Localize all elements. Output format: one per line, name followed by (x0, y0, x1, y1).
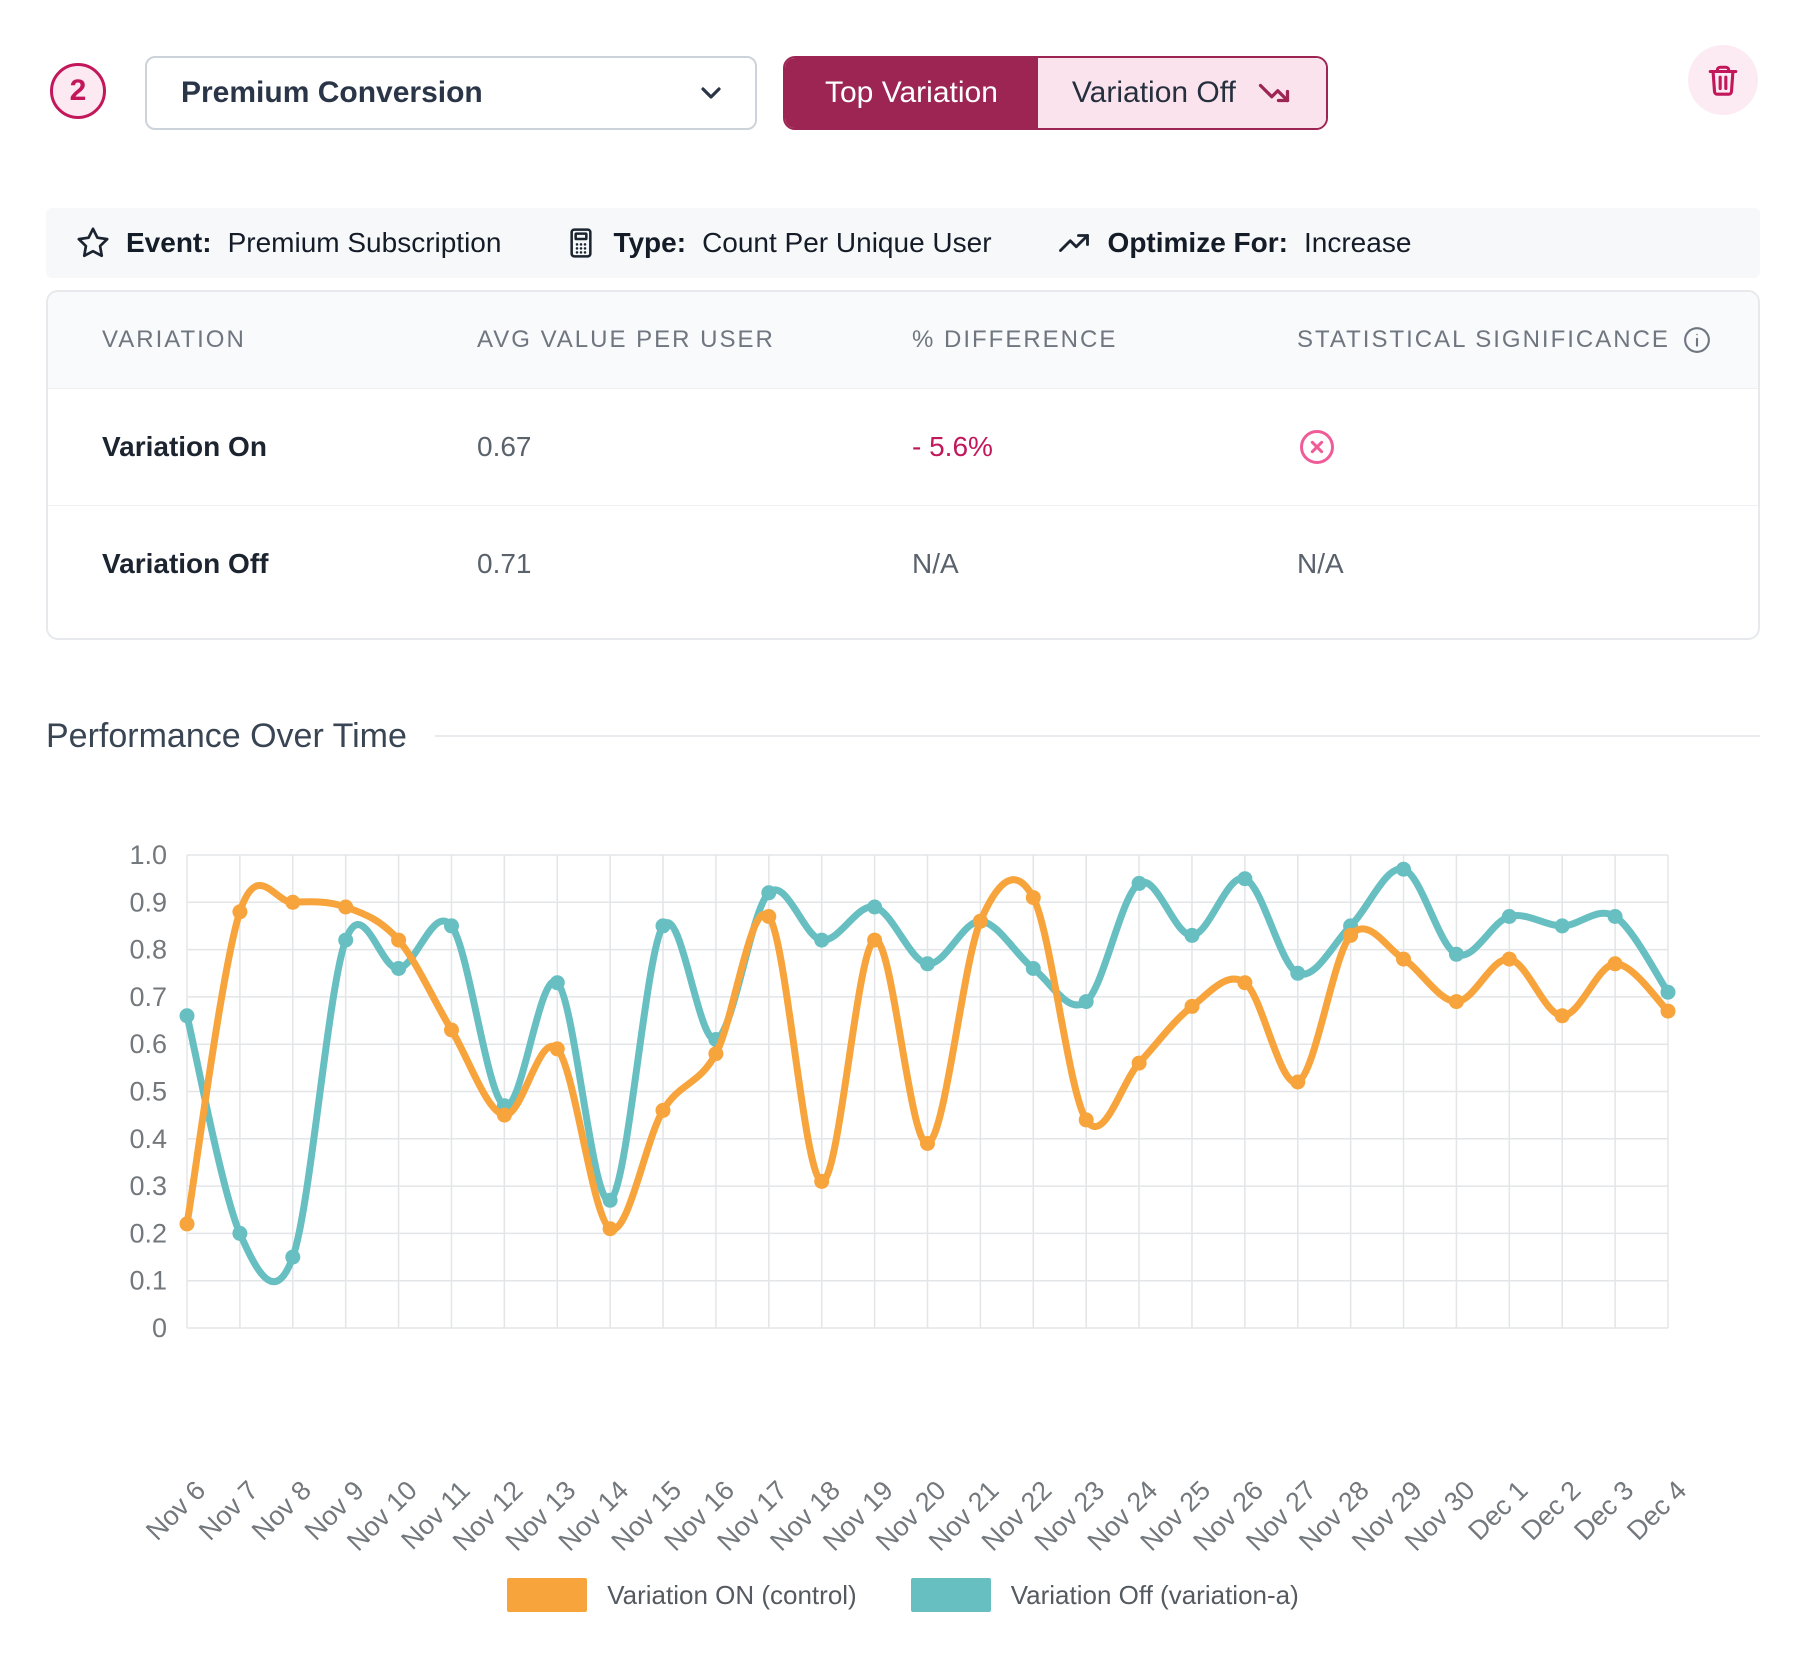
svg-text:0.4: 0.4 (129, 1124, 167, 1154)
svg-text:0.7: 0.7 (129, 982, 167, 1012)
event-label: Event: (126, 227, 212, 259)
svg-text:0: 0 (152, 1313, 167, 1343)
type-value: Count Per Unique User (702, 227, 991, 259)
svg-text:Nov 8: Nov 8 (246, 1475, 317, 1546)
legend-swatch-teal (911, 1578, 991, 1612)
step-number-badge: 2 (50, 63, 106, 119)
row2-difference: N/A (912, 548, 1297, 580)
performance-chart[interactable]: 1.00.90.80.70.60.50.40.30.20.10Nov 6Nov … (0, 780, 1806, 1578)
svg-text:Nov 7: Nov 7 (193, 1475, 264, 1546)
star-icon (76, 226, 110, 260)
col-avg-value: AVG VALUE PER USER (477, 326, 912, 354)
top-variation-segment[interactable]: Top Variation (785, 58, 1038, 128)
table-row-variation-off: Variation Off 0.71 N/A N/A (48, 505, 1758, 622)
row1-difference: - 5.6% (912, 431, 1297, 463)
svg-text:Dec 3: Dec 3 (1568, 1475, 1639, 1546)
info-icon[interactable] (1682, 325, 1712, 355)
step-number: 2 (70, 74, 87, 108)
event-value: Premium Subscription (228, 227, 502, 259)
optimize-summary: Optimize For: Increase (1056, 225, 1412, 261)
metric-card: 2 Premium Conversion Top Variation Varia… (0, 0, 1806, 1656)
not-significant-icon (1297, 427, 1337, 467)
svg-text:0.6: 0.6 (129, 1029, 167, 1059)
row1-significance (1297, 427, 1758, 467)
legend-label-variation-off: Variation Off (variation-a) (1011, 1580, 1299, 1611)
svg-text:0.9: 0.9 (129, 887, 167, 917)
metric-dropdown[interactable]: Premium Conversion (145, 56, 757, 130)
optimize-value: Increase (1304, 227, 1411, 259)
section-divider (435, 735, 1760, 737)
svg-text:0.3: 0.3 (129, 1171, 167, 1201)
row1-avg-value: 0.67 (477, 431, 912, 463)
type-label: Type: (613, 227, 686, 259)
svg-text:Nov 6: Nov 6 (140, 1475, 211, 1546)
row2-variation: Variation Off (102, 548, 477, 580)
results-table-header: VARIATION AVG VALUE PER USER % DIFFERENC… (48, 292, 1758, 389)
section-title: Performance Over Time (46, 717, 407, 756)
variation-off-segment[interactable]: Variation Off (1038, 58, 1326, 128)
svg-text:Dec 2: Dec 2 (1515, 1475, 1586, 1546)
col-difference: % DIFFERENCE (912, 326, 1297, 354)
svg-text:Dec 1: Dec 1 (1462, 1475, 1533, 1546)
svg-text:1.0: 1.0 (129, 840, 167, 870)
col-significance: STATISTICAL SIGNIFICANCE (1297, 325, 1758, 355)
row2-significance: N/A (1297, 548, 1758, 580)
optimize-label: Optimize For: (1108, 227, 1288, 259)
section-title-row: Performance Over Time (46, 712, 1760, 760)
svg-text:0.8: 0.8 (129, 935, 167, 965)
legend-item-variation-off[interactable]: Variation Off (variation-a) (911, 1578, 1299, 1612)
trending-up-icon (1056, 225, 1092, 261)
table-row-variation-on: Variation On 0.67 - 5.6% (48, 389, 1758, 505)
trash-icon (1706, 63, 1740, 97)
row2-avg-value: 0.71 (477, 548, 912, 580)
svg-text:0.1: 0.1 (129, 1266, 167, 1296)
legend-label-variation-on: Variation ON (control) (607, 1580, 857, 1611)
event-summary: Event: Premium Subscription (76, 226, 501, 260)
chevron-down-icon (695, 77, 727, 109)
variation-off-label: Variation Off (1072, 76, 1236, 110)
top-variation-label: Top Variation (825, 76, 998, 110)
svg-text:0.5: 0.5 (129, 1077, 167, 1107)
chart-legend: Variation ON (control) Variation Off (va… (0, 1578, 1806, 1612)
svg-text:Dec 4: Dec 4 (1621, 1475, 1692, 1546)
type-summary: Type: Count Per Unique User (565, 226, 991, 260)
svg-text:0.2: 0.2 (129, 1218, 167, 1248)
legend-swatch-orange (507, 1578, 587, 1612)
calculator-icon (565, 226, 597, 260)
trending-down-icon (1256, 75, 1292, 111)
delete-button[interactable] (1688, 45, 1758, 115)
metric-summary-bar: Event: Premium Subscription Type: Count … (46, 208, 1760, 278)
col-variation: VARIATION (102, 326, 477, 354)
variation-toggle: Top Variation Variation Off (783, 56, 1328, 130)
legend-item-variation-on[interactable]: Variation ON (control) (507, 1578, 857, 1612)
row1-variation: Variation On (102, 431, 477, 463)
metric-dropdown-value: Premium Conversion (181, 76, 483, 110)
results-table: VARIATION AVG VALUE PER USER % DIFFERENC… (46, 290, 1760, 640)
